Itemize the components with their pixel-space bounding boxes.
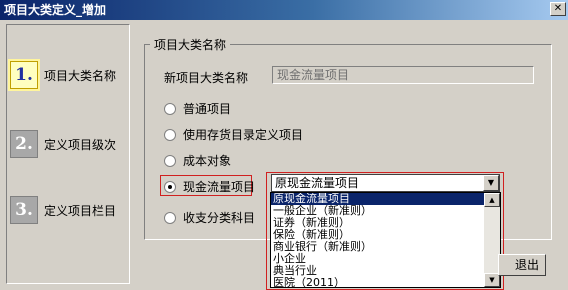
- new-category-input[interactable]: 现金流量项目: [272, 66, 534, 84]
- step-1: 1. 项目大类名称: [10, 61, 116, 89]
- step-2-icon: 2.: [10, 130, 38, 158]
- step-3-label: 定义项目栏目: [44, 203, 117, 218]
- radio-inventory[interactable]: [164, 128, 176, 141]
- option-inventory[interactable]: 使用存货目录定义项目: [164, 126, 303, 143]
- close-icon: ✕: [553, 3, 563, 14]
- option-cost-object[interactable]: 成本对象: [164, 152, 231, 169]
- step-2-label: 定义项目级次: [44, 137, 117, 152]
- group-legend: 项目大类名称: [150, 36, 231, 53]
- option-revenue-expense[interactable]: 收支分类科目: [164, 209, 255, 226]
- step-1-label: 项目大类名称: [44, 68, 117, 83]
- option-cost-object-label: 成本对象: [183, 154, 232, 168]
- step-2: 2. 定义项目级次: [10, 130, 116, 158]
- step-3-icon: 3.: [10, 196, 38, 224]
- option-inventory-label: 使用存货目录定义项目: [183, 128, 304, 142]
- window-title: 项目大类定义_增加: [4, 3, 107, 17]
- new-category-label: 新项目大类名称: [164, 71, 249, 85]
- close-button[interactable]: ✕: [550, 2, 566, 16]
- option-normal[interactable]: 普通项目: [164, 100, 231, 117]
- option-revenue-expense-label: 收支分类科目: [183, 211, 256, 225]
- option-normal-label: 普通项目: [183, 102, 232, 116]
- radio-cost-object[interactable]: [164, 154, 176, 167]
- exit-button[interactable]: 退出: [498, 254, 546, 276]
- step-3: 3. 定义项目栏目: [10, 196, 116, 224]
- option-cashflow-label: 现金流量项目: [183, 180, 256, 194]
- radio-normal[interactable]: [164, 102, 176, 115]
- step-1-icon: 1.: [10, 61, 38, 89]
- radio-cashflow[interactable]: [164, 180, 176, 193]
- dropdown-highlight: [266, 172, 504, 290]
- option-cashflow[interactable]: 现金流量项目: [164, 178, 255, 195]
- title-bar: 项目大类定义_增加 ✕: [0, 0, 568, 20]
- radio-revenue-expense[interactable]: [164, 211, 176, 224]
